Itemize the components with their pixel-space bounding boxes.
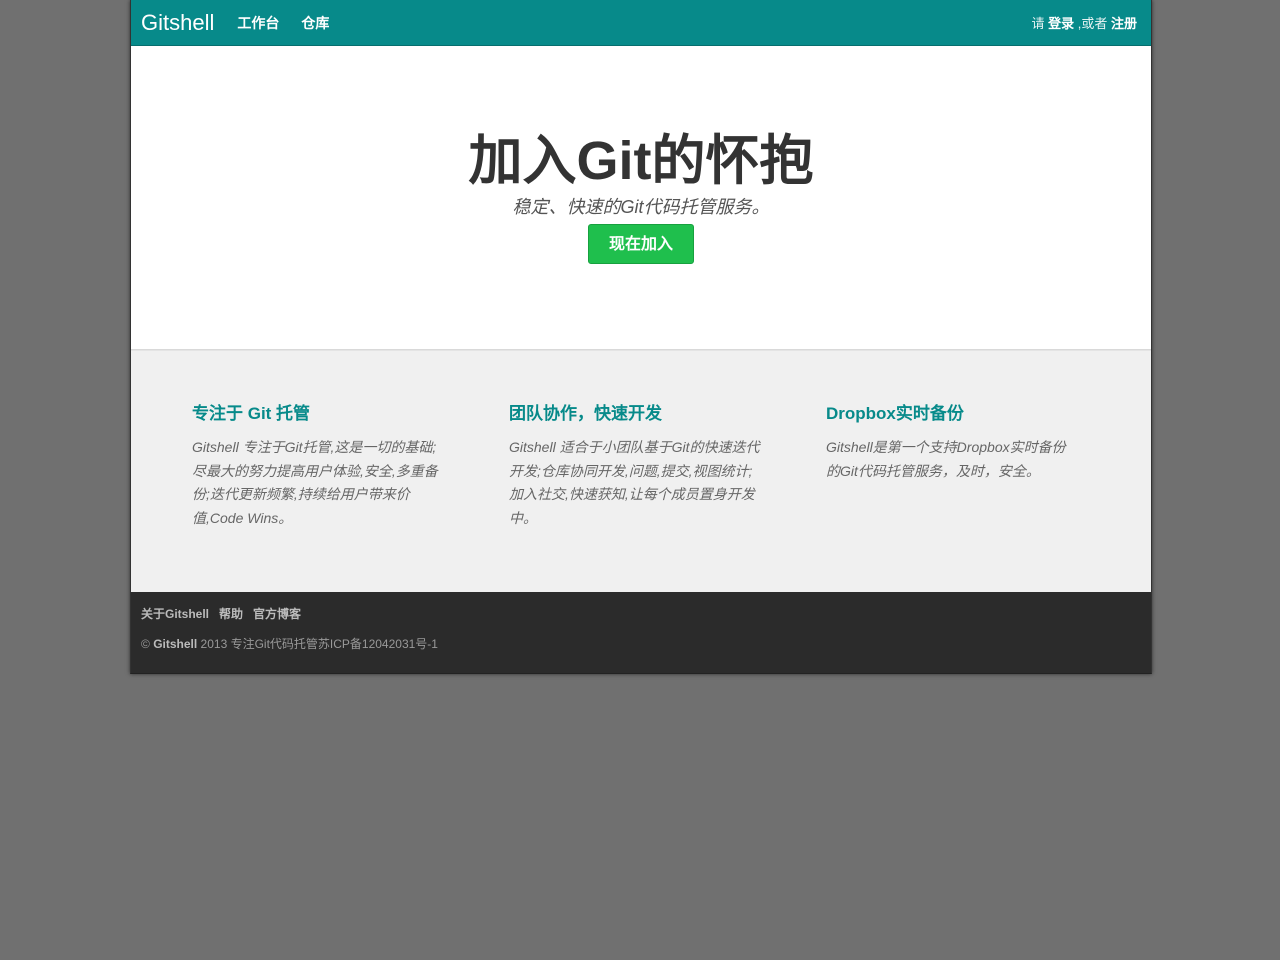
login-link[interactable]: 登录 xyxy=(1048,13,1074,32)
feature-description: Gitshell是第一个支持Dropbox实时备份的Git代码托管服务，及时，安… xyxy=(826,436,1078,483)
hero-title: 加入Git的怀抱 xyxy=(131,126,1151,196)
auth-area: 请 登录 ,或者 注册 xyxy=(1031,0,1137,45)
footer: 关于Gitshell 帮助 官方博客 © Gitshell 2013 专注Git… xyxy=(131,592,1151,673)
join-now-button[interactable]: 现在加入 xyxy=(588,224,694,264)
feature-title: Dropbox实时备份 xyxy=(826,399,1078,424)
feature-description: Gitshell 适合于小团队基于Git的快速迭代开发;仓库协同开发,问题,提交… xyxy=(509,436,761,530)
nav-link-repositories[interactable]: 仓库 xyxy=(301,13,329,33)
footer-link-help[interactable]: 帮助 xyxy=(219,605,243,622)
brand-logo-link[interactable]: Gitshell xyxy=(141,0,214,45)
features-section: 专注于 Git 托管 Gitshell 专注于Git托管,这是一切的基础;尽最大… xyxy=(131,350,1151,592)
feature-title: 团队协作，快速开发 xyxy=(509,399,761,424)
register-link[interactable]: 注册 xyxy=(1111,13,1137,32)
copyright-symbol: © xyxy=(141,637,150,651)
feature-git-hosting: 专注于 Git 托管 Gitshell 专注于Git托管,这是一切的基础;尽最大… xyxy=(192,399,444,530)
page-container: Gitshell 工作台 仓库 请 登录 ,或者 注册 加入Git的怀抱 稳定、… xyxy=(130,0,1152,674)
copyright-name: Gitshell xyxy=(153,637,197,651)
auth-middle: ,或者 xyxy=(1078,13,1108,32)
hero-subtitle: 稳定、快速的Git代码托管服务。 xyxy=(131,193,1151,219)
feature-dropbox-backup: Dropbox实时备份 Gitshell是第一个支持Dropbox实时备份的Gi… xyxy=(826,399,1078,483)
copyright-details: 2013 专注Git代码托管苏ICP备12042031号-1 xyxy=(201,637,438,651)
feature-team-collaboration: 团队协作，快速开发 Gitshell 适合于小团队基于Git的快速迭代开发;仓库… xyxy=(509,399,761,530)
copyright-text: © Gitshell 2013 专注Git代码托管苏ICP备12042031号-… xyxy=(141,635,438,652)
feature-title: 专注于 Git 托管 xyxy=(192,399,444,424)
auth-prefix: 请 xyxy=(1031,13,1044,32)
top-navbar: Gitshell 工作台 仓库 请 登录 ,或者 注册 xyxy=(131,0,1151,46)
footer-link-about[interactable]: 关于Gitshell xyxy=(141,605,209,622)
footer-link-blog[interactable]: 官方博客 xyxy=(253,605,301,622)
hero-section: 加入Git的怀抱 稳定、快速的Git代码托管服务。 现在加入 xyxy=(131,46,1151,350)
footer-links: 关于Gitshell 帮助 官方博客 xyxy=(141,605,311,622)
nav-link-workbench[interactable]: 工作台 xyxy=(237,13,279,33)
feature-description: Gitshell 专注于Git托管,这是一切的基础;尽最大的努力提高用户体验,安… xyxy=(192,436,444,530)
